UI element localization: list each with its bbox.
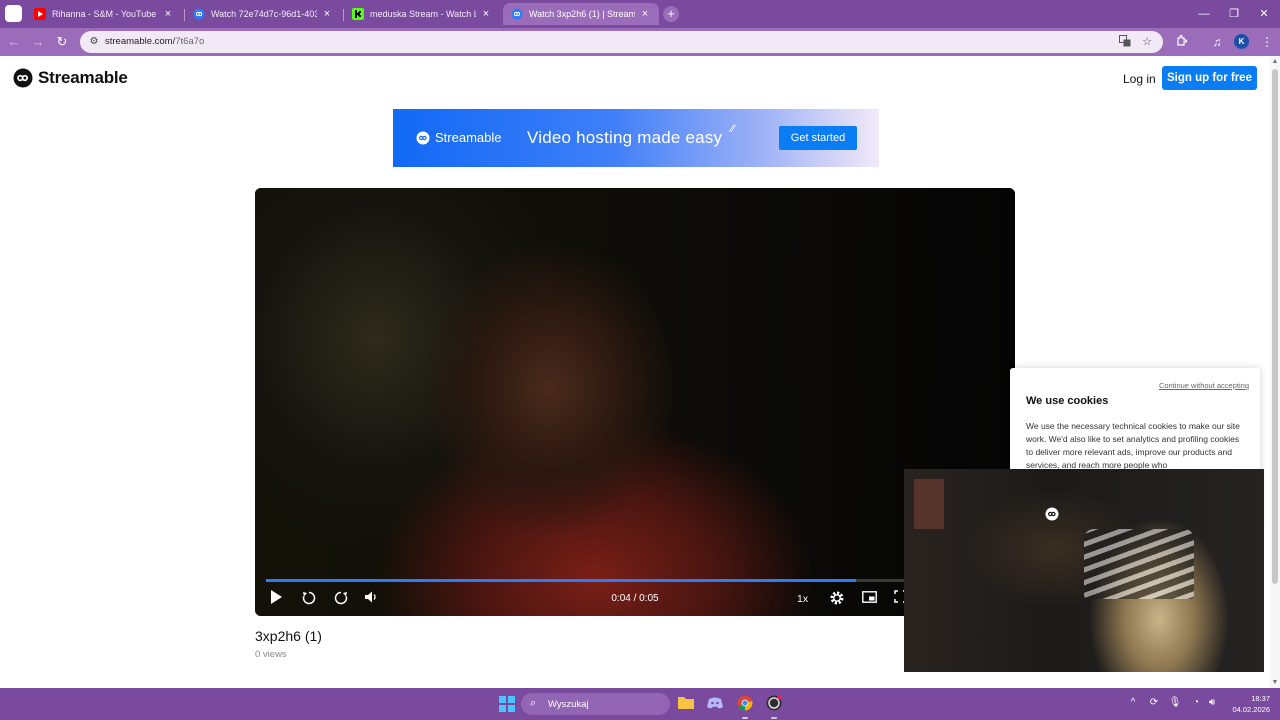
banner-tagline: Video hosting made easy (527, 128, 723, 147)
promo-banner[interactable]: Streamable Video hosting made easy ⁄⁄ Ge… (393, 109, 879, 167)
browser-toolbar: ← → ↻ ⚙ streamable.com/7t6a7o ☆ ♫ K ⋮ (0, 28, 1280, 56)
new-tab-button[interactable]: + (663, 6, 679, 22)
progress-bar[interactable] (266, 579, 1004, 582)
progress-fill (266, 579, 857, 582)
tab-close-button[interactable]: × (480, 8, 492, 20)
webcam-background-object (1084, 529, 1194, 599)
streamable-logo-icon (416, 131, 430, 144)
logo-text: Streamable (38, 68, 128, 87)
get-started-button[interactable]: Get started (779, 126, 857, 150)
clock-time: 18:37 (1251, 694, 1270, 703)
play-button[interactable] (267, 590, 285, 608)
browser-tabstrip: Rihanna - S&M - YouTube × Watch 72e74d7c… (0, 0, 1280, 28)
url-path: 7t6a7o (175, 36, 205, 47)
streamable-logo-icon (13, 68, 33, 88)
media-controls-icon[interactable]: ♫ (1209, 34, 1225, 50)
system-clock[interactable]: 18:37 04.02.2026 (1226, 693, 1270, 715)
continue-without-accepting-link[interactable]: Continue without accepting (1159, 381, 1249, 390)
playback-speed-button[interactable]: 1x (797, 593, 808, 605)
search-icon: ⌕ (530, 697, 537, 709)
volume-icon[interactable] (362, 590, 380, 608)
video-player[interactable]: 0:04 / 0:05 1x (255, 188, 1015, 616)
time-display: 0:04 / 0:05 (611, 593, 659, 604)
running-indicator (771, 717, 777, 719)
extensions-icon[interactable] (1174, 34, 1190, 50)
close-window-button[interactable]: ✕ (1248, 0, 1280, 28)
volume-tray-icon[interactable]: 🔊︎ (1205, 697, 1219, 708)
bookmark-star-icon[interactable]: ☆ (1140, 35, 1154, 49)
video-frame[interactable] (255, 188, 1015, 616)
cookie-body-text: We use the necessary technical cookies t… (1026, 421, 1240, 470)
settings-gear-icon[interactable] (828, 590, 846, 608)
scroll-up-arrow-icon[interactable]: ▲ (1271, 58, 1279, 65)
forward-button[interactable]: → (30, 34, 46, 50)
show-hidden-icons-chevron-icon[interactable]: ^ (1126, 697, 1140, 708)
wifi-icon[interactable]: ◔ (1189, 697, 1203, 708)
windows-taskbar: ⌕ Wyszukaj ^ ⟳ 🎙︎ ◔ 🔊︎ 18:37 04.02.2026 (0, 688, 1280, 720)
tab-kick-stream[interactable]: meduska Stream - Watch Live o × (344, 3, 500, 25)
clock-date: 04.02.2026 (1232, 705, 1270, 714)
tab-close-button[interactable]: × (162, 8, 174, 20)
fast-forward-icon[interactable] (332, 590, 350, 608)
scrollbar-thumb[interactable] (1272, 69, 1278, 584)
profile-avatar[interactable]: K (1234, 34, 1249, 49)
tab-close-button[interactable]: × (639, 8, 651, 20)
scroll-down-arrow-icon[interactable]: ▼ (1271, 679, 1279, 686)
login-link[interactable]: Log in (1115, 70, 1164, 88)
banner-logo: Streamable (416, 130, 501, 145)
search-placeholder: Wyszukaj (548, 699, 589, 710)
tab-streamable-active[interactable]: Watch 3xp2h6 (1) | Streamable × (503, 3, 659, 25)
signup-button[interactable]: Sign up for free (1162, 66, 1257, 90)
url-host: streamable.com/ (105, 36, 176, 47)
webcam-background-object (914, 479, 944, 529)
tab-title: Rihanna - S&M - YouTube (52, 9, 157, 19)
picture-in-picture-icon[interactable] (860, 590, 878, 608)
streamable-icon (193, 8, 205, 20)
streamable-icon (511, 8, 523, 20)
menu-kebab-icon[interactable]: ⋮ (1259, 34, 1275, 50)
translate-icon[interactable] (1118, 35, 1132, 49)
cookie-heading: We use cookies (1026, 395, 1109, 407)
webcam-overlay (904, 469, 1264, 672)
tab-title: meduska Stream - Watch Live o (370, 9, 476, 19)
discord-icon[interactable] (706, 695, 724, 713)
tab-title: Watch 72e74d7c-96d1-4038-8 (211, 9, 317, 19)
address-bar[interactable]: ⚙ streamable.com/7t6a7o ☆ (80, 31, 1163, 53)
running-indicator (742, 717, 748, 719)
view-count: 0 views (255, 649, 287, 660)
url-text[interactable]: streamable.com/7t6a7o (105, 36, 204, 47)
profile-menu-button[interactable] (5, 5, 22, 22)
tab-close-button[interactable]: × (321, 8, 333, 20)
taskbar-search[interactable]: ⌕ Wyszukaj (521, 693, 670, 715)
rewind-icon[interactable] (300, 590, 318, 608)
kick-icon (352, 8, 364, 20)
site-logo[interactable]: Streamable (13, 68, 128, 88)
reload-button[interactable]: ↻ (54, 34, 70, 50)
tab-youtube[interactable]: Rihanna - S&M - YouTube × (26, 3, 182, 25)
youtube-icon (34, 8, 46, 20)
sync-icon[interactable]: ⟳ (1147, 697, 1161, 708)
maximize-button[interactable]: ❐ (1218, 0, 1250, 28)
minimize-button[interactable]: — (1188, 0, 1220, 28)
obs-icon[interactable] (765, 695, 783, 713)
site-info-icon[interactable]: ⚙ (87, 35, 101, 49)
tab-title: Watch 3xp2h6 (1) | Streamable (529, 9, 635, 19)
chrome-icon[interactable] (736, 695, 754, 713)
streamable-logo-icon (1045, 507, 1059, 521)
page-scrollbar[interactable]: ▲ ▼ (1270, 57, 1280, 688)
file-explorer-icon[interactable] (677, 695, 695, 713)
sparkle-icon: ⁄⁄ (731, 123, 735, 135)
banner-brand: Streamable (435, 130, 502, 145)
microphone-icon[interactable]: 🎙︎ (1168, 697, 1182, 708)
tab-streamable-watch[interactable]: Watch 72e74d7c-96d1-4038-8 × (185, 3, 341, 25)
start-menu-icon[interactable] (499, 696, 515, 712)
video-title: 3xp2h6 (1) (255, 628, 322, 644)
back-button[interactable]: ← (6, 34, 22, 50)
